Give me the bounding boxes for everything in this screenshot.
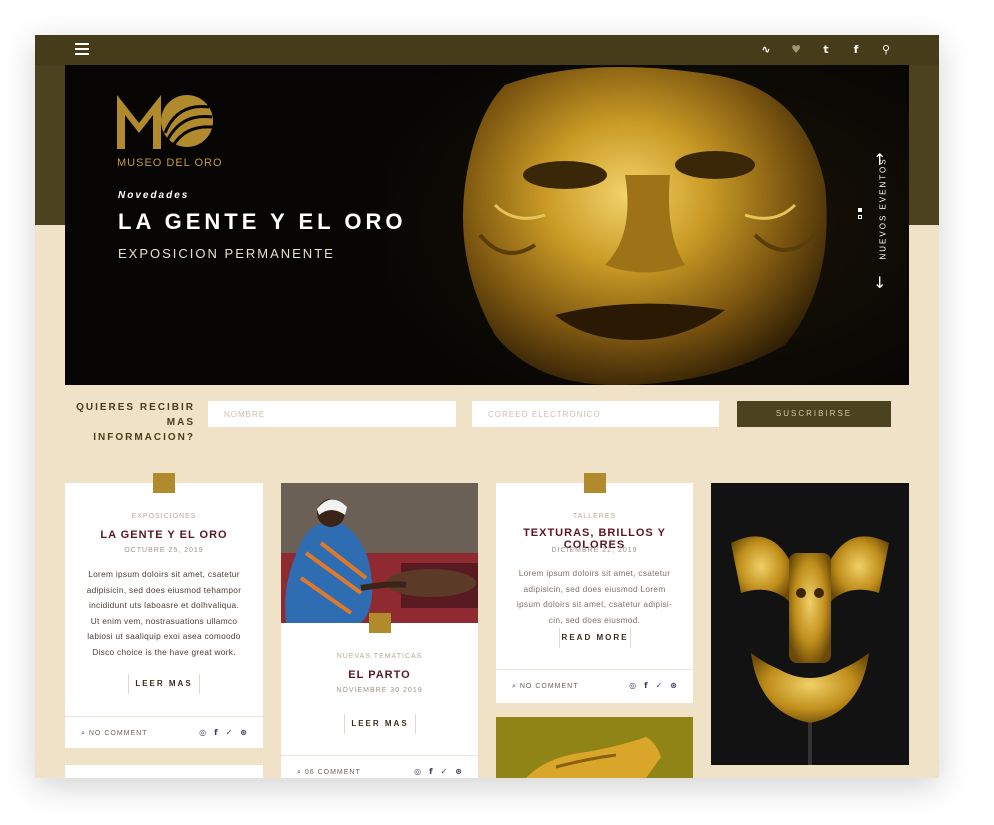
subscribe-label: QUIERES RECIBIR MAS INFORMACION? <box>65 400 195 445</box>
slider-side-nav: ↑ NUEVOS EVENTOS ↓ <box>858 150 895 300</box>
share-icons: ◎ f ✓ ⊛ <box>414 767 462 776</box>
share-icons: ◎ f ✓ ⊛ <box>629 681 677 690</box>
twitter-icon[interactable]: ✓ <box>656 681 663 690</box>
hamburger-menu-icon[interactable] <box>75 43 89 55</box>
post-card: EXPOSICIONES LA GENTE Y EL ORO OCTUBRE 2… <box>65 473 263 748</box>
jaguar-photo[interactable] <box>496 717 693 778</box>
hero-subtitle: EXPOSICION PERMANENTE <box>118 246 335 261</box>
read-more-button[interactable]: READ MORE <box>559 628 631 648</box>
dribbble-icon[interactable]: ⊛ <box>455 767 462 776</box>
email-field[interactable] <box>472 401 719 427</box>
subscribe-button[interactable]: SUSCRIBIRSE <box>737 401 891 427</box>
slider-dot[interactable] <box>858 215 862 219</box>
comment-icon: ⌕ <box>512 682 517 690</box>
facebook-icon[interactable]: f <box>214 728 217 737</box>
name-field[interactable] <box>208 401 456 427</box>
card-photo[interactable] <box>281 483 478 623</box>
share-icons: ◎ f ✓ ⊛ <box>199 728 247 737</box>
excerpt-line: Lorem ipsum doloirs sit amet, csatetur <box>88 569 240 579</box>
comment-count-text: NO COMMENT <box>519 683 579 690</box>
excerpt-line: Lorem ipsum doloirs sit amet, csatetur <box>518 568 671 578</box>
subscribe-label-line2: MAS INFORMACION? <box>93 417 195 443</box>
search-icon[interactable]: ⚲ <box>871 41 901 59</box>
card-footer: ⌕ NO COMMENT ◎ f ✓ ⊛ <box>496 669 693 701</box>
excerpt-line: labiosi ut saaliquip exoi asea comoodo <box>87 631 241 641</box>
card-title[interactable]: EL PARTO <box>281 669 478 681</box>
browser-frame: ∿ ♥ t f ⚲ MUSEO DEL ORO Novedades LA GEN… <box>35 35 939 778</box>
gold-mask-image <box>385 65 909 385</box>
facebook-icon[interactable]: f <box>841 41 871 59</box>
comment-count[interactable]: ⌕ 06 COMMENT <box>297 768 361 777</box>
card-tag <box>153 473 175 493</box>
slider-dots <box>858 208 862 219</box>
card-tag <box>584 473 606 493</box>
card-category[interactable]: EXPOSICIONES <box>65 513 263 520</box>
logo-text: MUSEO DEL ORO <box>117 157 223 169</box>
read-more-button[interactable]: LEER MAS <box>344 714 416 734</box>
excerpt-line: incididunt uts laboasre et dolhvaliqua. <box>88 600 240 610</box>
top-bar: ∿ ♥ t f ⚲ <box>35 35 939 65</box>
rss-icon[interactable]: ∿ <box>751 41 781 59</box>
card-date: OCTUBRE 25, 2019 <box>124 547 204 554</box>
comment-icon: ⌕ <box>297 768 302 776</box>
twitter-icon[interactable]: ♥ <box>781 41 811 59</box>
post-card <box>65 765 263 778</box>
card-footer: ⌕ 06 COMMENT ◎ f ✓ ⊛ <box>281 755 478 778</box>
card-tag <box>369 613 391 633</box>
comment-icon: ⌕ <box>81 729 86 737</box>
excerpt-line: ipsum doloirs sit amet, csatetur adipisi… <box>516 599 673 609</box>
nuevos-eventos-label[interactable]: NUEVOS EVENTOS <box>879 157 888 259</box>
comment-count[interactable]: ⌕ NO COMMENT <box>512 682 578 691</box>
excerpt-line: adipisicin, sed does eiusmod tehampor <box>86 584 242 595</box>
slider-dot[interactable] <box>858 208 862 212</box>
twitter-icon[interactable]: ✓ <box>441 767 448 776</box>
excerpt-line: adipisicin, sed does eiusmod Lorem <box>523 583 666 594</box>
pinterest-icon[interactable]: ◎ <box>629 681 636 690</box>
subscribe-label-line1: QUIERES RECIBIR <box>76 402 195 413</box>
card-excerpt: Lorem ipsum doloirs sit amet, csatetur a… <box>496 566 693 628</box>
comment-count-text: 06 COMMENT <box>304 769 361 776</box>
excerpt-line: Ut enim vem, nostrasuations ullamco <box>90 615 238 626</box>
pinterest-icon[interactable]: ◎ <box>199 728 206 737</box>
facebook-icon[interactable]: f <box>644 681 647 690</box>
post-card: TALLERES TEXTURAS, BRILLOS Y COLORES DIC… <box>496 473 693 703</box>
excerpt-line: Disco choice is the have great work. <box>92 646 236 657</box>
card-category[interactable]: NUEVAS TEMATICAS <box>281 653 478 660</box>
twitter-icon[interactable]: ✓ <box>226 728 233 737</box>
dribbble-icon[interactable]: ⊛ <box>670 681 677 690</box>
hero-title: LA GENTE Y EL ORO <box>118 209 407 234</box>
pinterest-icon[interactable]: ◎ <box>414 767 421 776</box>
card-category[interactable]: TALLERES <box>496 513 693 520</box>
arrow-down-icon[interactable]: ↓ <box>873 273 886 292</box>
hero-slider: MUSEO DEL ORO Novedades LA GENTE Y EL OR… <box>65 65 909 385</box>
social-links: ∿ ♥ t f ⚲ <box>751 41 901 59</box>
dribbble-icon[interactable]: ⊛ <box>240 728 247 737</box>
comment-count-text: NO COMMENT <box>88 730 148 737</box>
tumblr-icon[interactable]: t <box>811 41 841 59</box>
comment-count[interactable]: ⌕ NO COMMENT <box>81 729 147 738</box>
card-date: NOVIEMBRE 30 2019 <box>336 687 423 694</box>
museo-logo-icon <box>117 95 214 149</box>
facebook-icon[interactable]: f <box>429 767 432 776</box>
gold-pectoral-photo[interactable] <box>711 483 909 765</box>
card-title[interactable]: LA GENTE Y EL ORO <box>65 529 263 541</box>
read-more-button[interactable]: LEER MAS <box>128 674 200 694</box>
card-footer: ⌕ NO COMMENT ◎ f ✓ ⊛ <box>65 716 263 748</box>
post-card: NUEVAS TEMATICAS EL PARTO NOVIEMBRE 30 2… <box>281 483 478 778</box>
card-date: DICIEMBRE 22, 2019 <box>551 547 638 554</box>
excerpt-line: cin, sed does eiusmod. <box>548 614 641 625</box>
hero-kicker: Novedades <box>118 190 190 201</box>
card-excerpt: Lorem ipsum doloirs sit amet, csatetur a… <box>65 567 263 660</box>
